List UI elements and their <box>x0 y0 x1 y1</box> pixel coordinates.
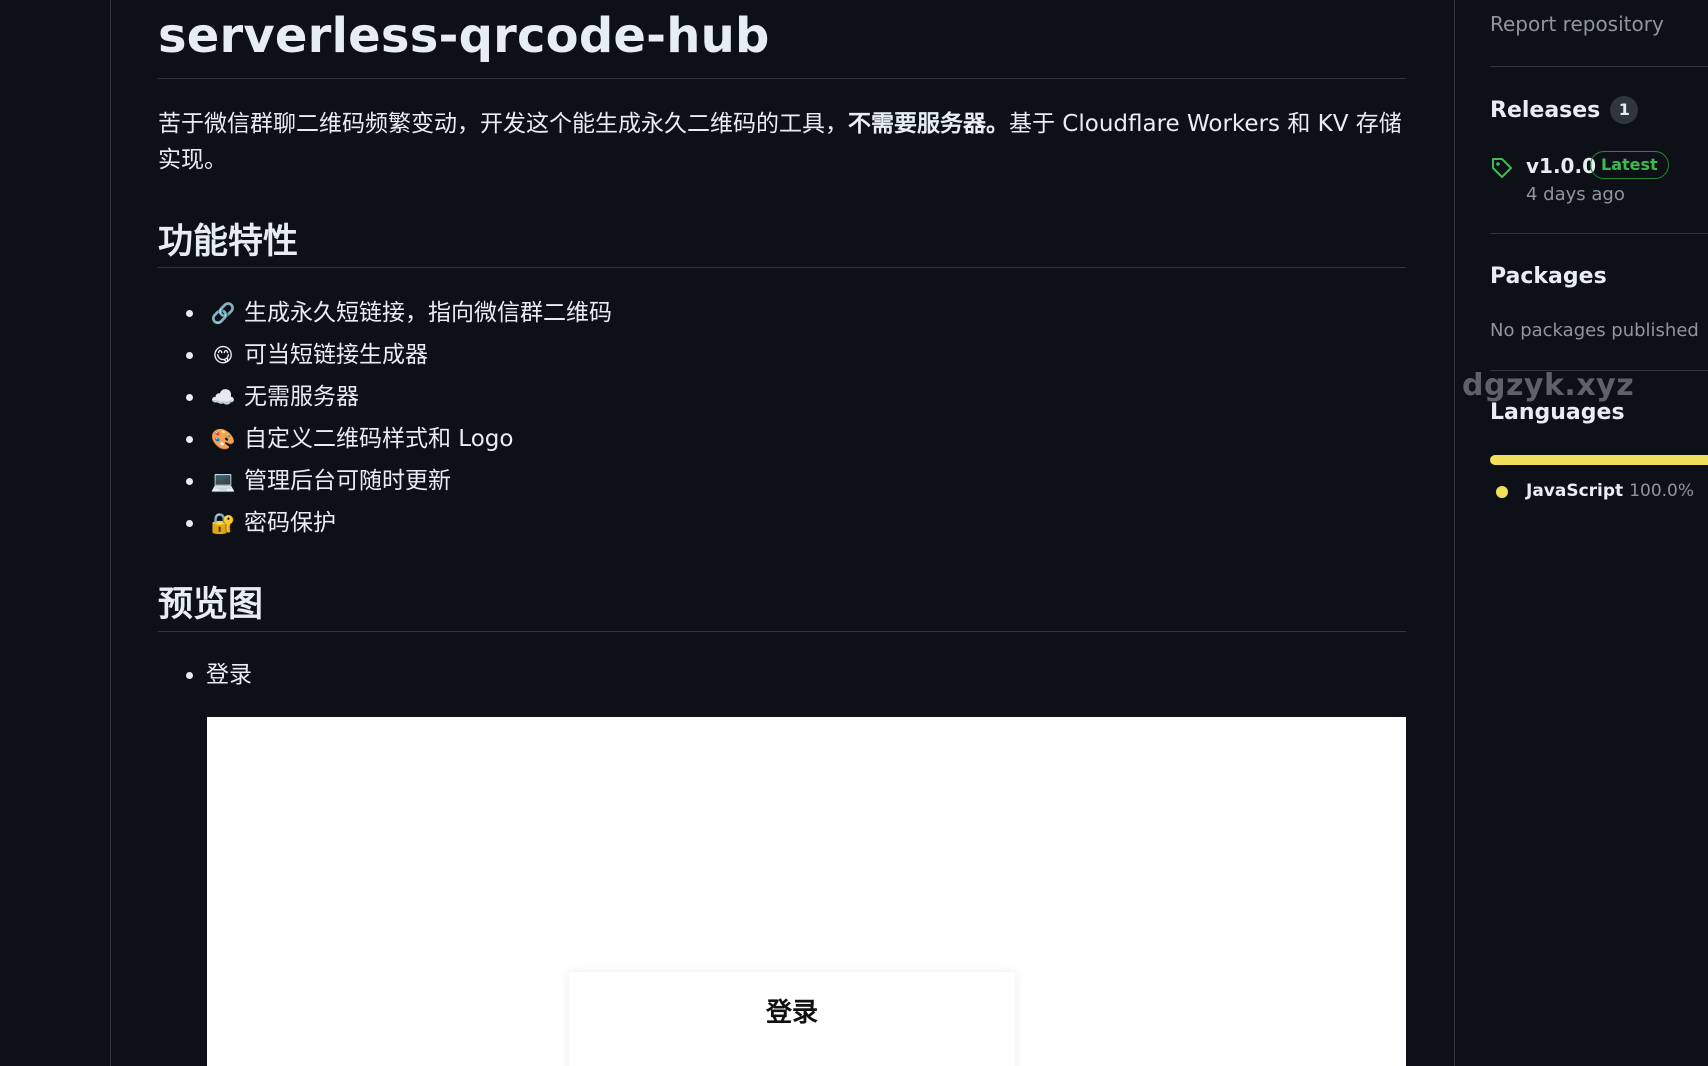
login-preview-image[interactable]: 登录 <box>207 717 1406 1066</box>
sidebar-divider <box>1454 0 1455 1066</box>
laptop-icon: 💻 <box>210 469 236 493</box>
latest-release-link[interactable]: v1.0.0 <box>1526 154 1596 178</box>
releases-count-badge: 1 <box>1610 96 1639 124</box>
feature-text: 自定义二维码样式和 Logo <box>244 426 514 452</box>
bullet-icon <box>186 352 193 359</box>
features-heading: 功能特性 <box>158 222 299 262</box>
readme-content: serverless-qrcode-hub 苦于微信群聊二维码频繁变动，开发这个… <box>158 0 1406 1066</box>
no-packages-text: No packages published <box>1490 320 1699 341</box>
tag-icon <box>1492 158 1512 178</box>
list-item: ☁️ 无需服务器 <box>158 376 612 418</box>
preview-heading: 预览图 <box>158 585 264 625</box>
yum-face-icon: 😋 <box>212 343 234 367</box>
bullet-icon <box>186 436 193 443</box>
palette-icon: 🎨 <box>210 427 236 451</box>
release-date: 4 days ago <box>1526 184 1625 205</box>
features-heading-divider <box>158 267 1406 268</box>
left-divider <box>110 0 111 1066</box>
sidebar-section-divider <box>1490 233 1708 234</box>
feature-text: 生成永久短链接，指向微信群二维码 <box>244 300 612 326</box>
feature-text: 密码保护 <box>244 510 336 536</box>
list-item: 🎨 自定义二维码样式和 Logo <box>158 418 612 460</box>
sidebar-section-divider <box>1490 66 1708 67</box>
login-card: 登录 <box>569 972 1015 1066</box>
list-item: 💻 管理后台可随时更新 <box>158 460 612 502</box>
language-color-dot <box>1496 486 1508 498</box>
link-icon: 🔗 <box>210 301 236 325</box>
title-divider <box>158 78 1406 79</box>
login-card-title: 登录 <box>765 998 818 1028</box>
readme-title: serverless-qrcode-hub <box>158 8 770 64</box>
preview-heading-divider <box>158 631 1406 632</box>
feature-text: 无需服务器 <box>244 384 359 410</box>
repo-sidebar: Report repository Releases 1 v1.0.0 Lates… <box>1490 0 1708 1066</box>
language-bar <box>1490 455 1708 465</box>
feature-text: 可当短链接生成器 <box>244 342 428 368</box>
watermark: dgzyk.xyz <box>1462 368 1635 403</box>
cloud-icon: ☁️ <box>210 385 236 409</box>
language-item-javascript[interactable]: JavaScript 100.0% <box>1526 481 1694 501</box>
lock-icon: 🔐 <box>210 511 236 535</box>
languages-heading: Languages <box>1490 400 1625 425</box>
bullet-icon <box>186 672 193 679</box>
report-repository-link[interactable]: Report repository <box>1490 12 1664 36</box>
preview-item-text: 登录 <box>206 662 252 688</box>
bullet-icon <box>186 310 193 317</box>
language-percent: 100.0% <box>1629 481 1695 501</box>
releases-heading-label: Releases <box>1490 98 1601 123</box>
language-name: JavaScript <box>1526 481 1624 501</box>
readme-description: 苦于微信群聊二维码频繁变动，开发这个能生成永久二维码的工具，不需要服务器。基于 … <box>158 106 1406 178</box>
list-item: 😋 可当短链接生成器 <box>158 334 612 376</box>
packages-heading[interactable]: Packages <box>1490 264 1607 289</box>
list-item: 登录 <box>158 654 252 696</box>
latest-badge: Latest <box>1590 151 1669 179</box>
list-item: 🔗 生成永久短链接，指向微信群二维码 <box>158 292 612 334</box>
releases-heading[interactable]: Releases 1 <box>1490 96 1639 124</box>
description-bold: 不需要服务器。 <box>848 111 1009 137</box>
github-repo-page: serverless-qrcode-hub 苦于微信群聊二维码频繁变动，开发这个… <box>0 0 1708 1066</box>
list-item: 🔐 密码保护 <box>158 502 612 544</box>
bullet-icon <box>186 478 193 485</box>
description-prefix: 苦于微信群聊二维码频繁变动，开发这个能生成永久二维码的工具， <box>158 111 848 137</box>
feature-text: 管理后台可随时更新 <box>244 468 451 494</box>
bullet-icon <box>186 520 193 527</box>
bullet-icon <box>186 394 193 401</box>
feature-list: 🔗 生成永久短链接，指向微信群二维码 😋 可当短链接生成器 ☁️ 无需服务器 🎨 自定义… <box>158 292 612 544</box>
